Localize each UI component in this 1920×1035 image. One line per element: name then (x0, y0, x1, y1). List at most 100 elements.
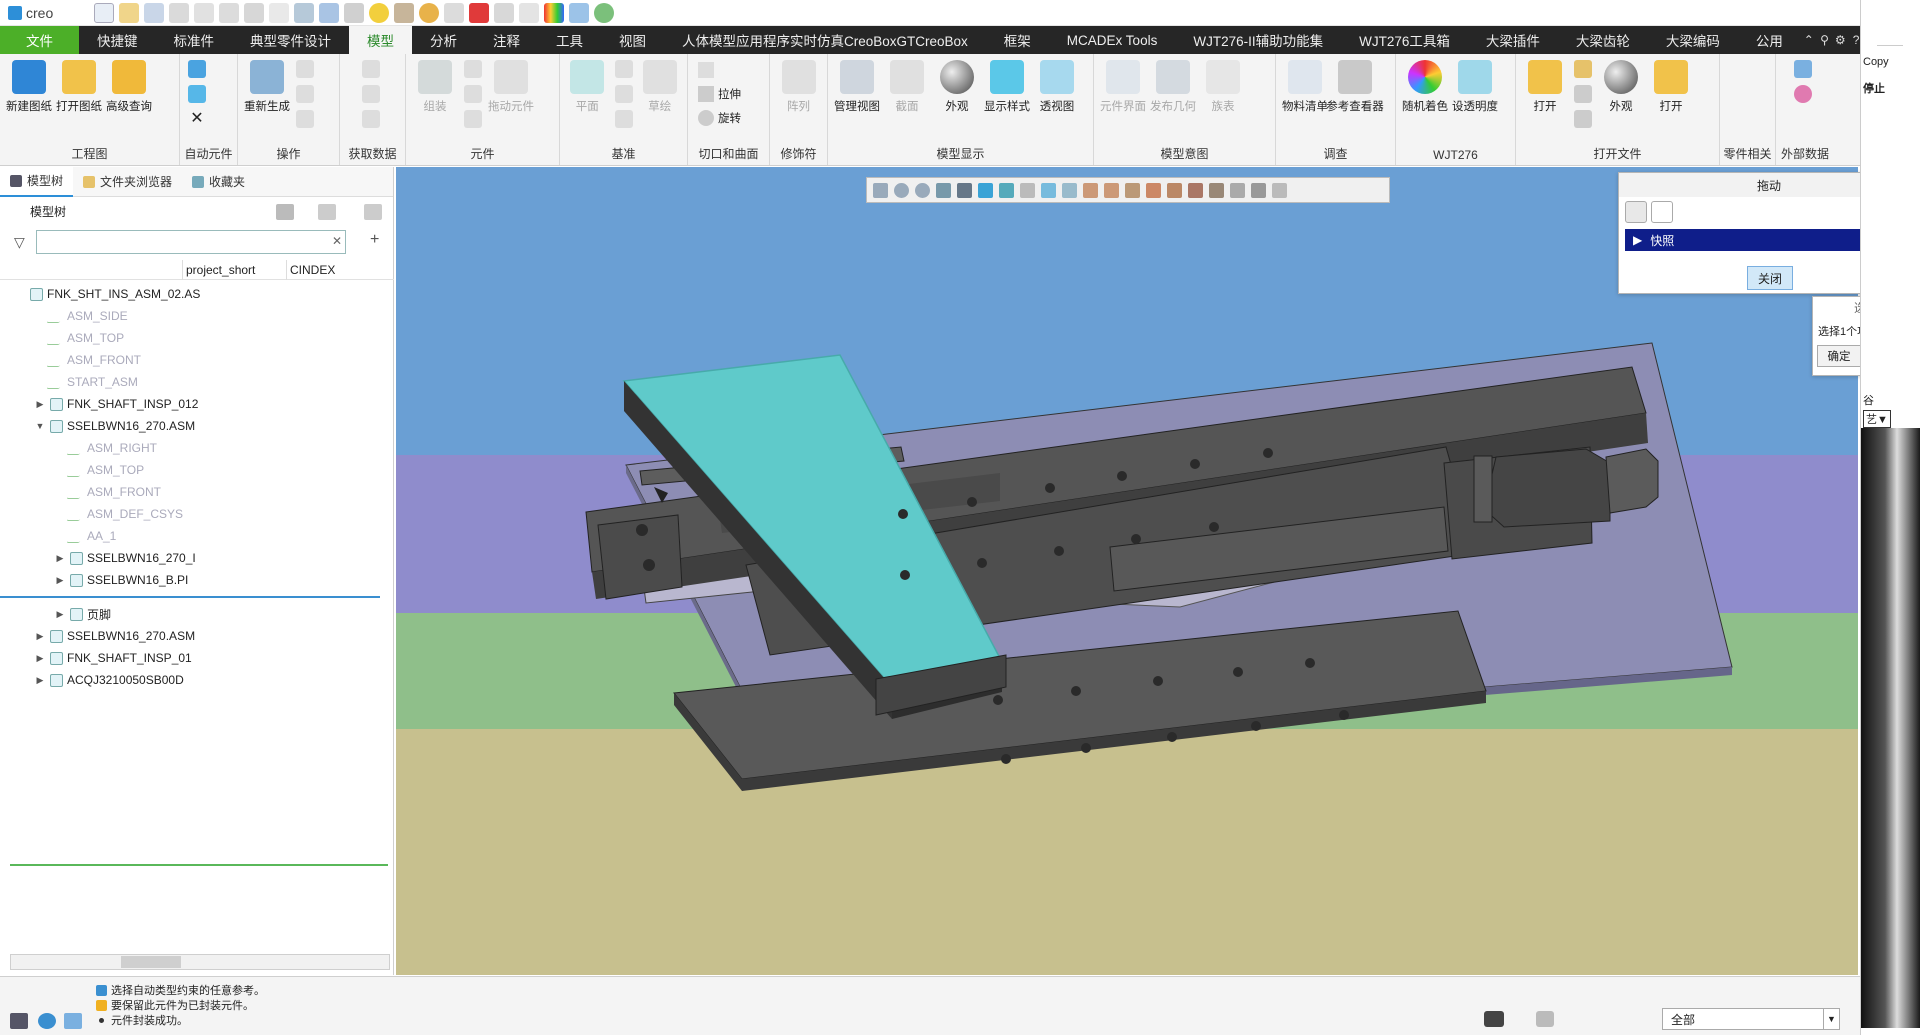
saved-views-icon[interactable] (999, 182, 1014, 198)
expand-arrow-icon[interactable]: ▶ (54, 575, 66, 586)
perspective-view-icon[interactable] (1062, 182, 1077, 198)
tree-row[interactable]: ASM_FRONT (0, 481, 394, 503)
copy-button[interactable]: Copy (1863, 56, 1889, 68)
target-icon[interactable] (419, 2, 439, 23)
tab-frame[interactable]: 框架 (986, 26, 1049, 54)
smiley-icon[interactable] (369, 2, 389, 23)
tree-horizontal-scrollbar[interactable] (10, 954, 390, 970)
pattern-button[interactable]: 阵列 (777, 58, 820, 114)
publish-geometry-button[interactable]: 发布几何 (1150, 58, 1196, 114)
reference-viewer-button[interactable]: 参考查看器 (1326, 58, 1384, 114)
stp-icon[interactable] (1794, 60, 1812, 78)
axis-display-icon[interactable] (1125, 182, 1140, 198)
tree-row[interactable]: ASM_TOP (0, 459, 394, 481)
open-icon[interactable] (119, 2, 139, 23)
getdata-icon-3[interactable] (362, 110, 380, 128)
tree-filter-icon[interactable] (364, 204, 382, 220)
hole-row[interactable] (698, 62, 741, 78)
new-icon[interactable] (94, 2, 114, 23)
settings-icon[interactable]: ⚙ (1832, 26, 1848, 54)
tab-typical-part-design[interactable]: 典型零件设计 (232, 26, 349, 54)
advanced-query-button[interactable]: 高级查询 (106, 58, 152, 114)
tab-view[interactable]: 视图 (601, 26, 664, 54)
selection-buffer-icon[interactable] (1536, 1011, 1554, 1027)
tree-row[interactable]: FNK_SHT_INS_ASM_02.AS (0, 283, 394, 305)
zoom-in-icon[interactable] (894, 182, 909, 198)
tree-row[interactable]: ▶ FNK_SHAFT_INSP_01 (0, 647, 394, 669)
axis-icon[interactable] (614, 60, 633, 78)
tree-row[interactable]: ASM_SIDE (0, 305, 394, 327)
sketch-button[interactable]: 草绘 (640, 58, 681, 114)
auto-icon-2[interactable] (188, 85, 206, 103)
regen-icon[interactable] (294, 2, 314, 23)
paste-icon[interactable] (219, 2, 239, 23)
search-icon[interactable]: ⚲ (1817, 26, 1833, 54)
tab-annotate[interactable]: 注释 (475, 26, 538, 54)
view-manager-icon[interactable] (1020, 182, 1035, 198)
tab-favorites[interactable]: 收藏夹 (182, 167, 255, 197)
tab-common[interactable]: 公用 (1738, 26, 1801, 54)
tab-tools[interactable]: 工具 (538, 26, 601, 54)
section-button[interactable]: 截面 (885, 58, 929, 114)
close-button[interactable]: 关闭 (1747, 266, 1793, 290)
tree-row[interactable]: AA_1 (0, 525, 394, 547)
tab-beam-code[interactable]: 大梁编码 (1648, 26, 1738, 54)
column-project-short[interactable]: project_short (186, 263, 255, 277)
close-window-icon[interactable] (344, 2, 364, 23)
tree-row[interactable]: ▶ FNK_SHAFT_INSP_012 (0, 393, 394, 415)
window-icon[interactable] (569, 2, 589, 23)
external-icon[interactable] (1794, 85, 1812, 103)
expand-arrow-icon[interactable]: ▶ (34, 399, 46, 410)
strip-close-icon[interactable] (1877, 2, 1903, 46)
tree-row[interactable] (0, 591, 394, 603)
comp-icon-1[interactable] (464, 60, 482, 78)
tree-row[interactable]: ▶ 页脚 (0, 603, 394, 625)
tab-mcadex[interactable]: MCADEx Tools (1049, 26, 1176, 54)
ok-button[interactable]: 确定 (1817, 345, 1861, 367)
getdata-icon-2[interactable] (362, 85, 380, 103)
tree-row[interactable]: ▶ SSELBWN16_270_I (0, 547, 394, 569)
tab-wjt276-aux[interactable]: WJT276-II辅助功能集 (1175, 26, 1341, 54)
point-display-icon[interactable] (1146, 182, 1161, 198)
cut-icon[interactable] (194, 2, 214, 23)
tree-row[interactable]: START_ASM (0, 371, 394, 393)
tools-icon[interactable] (394, 2, 414, 23)
selection-filter-dropdown[interactable]: 全部 ▼ (1662, 1008, 1840, 1030)
tab-shortcuts[interactable]: 快捷键 (79, 26, 156, 54)
getdata-icon-1[interactable] (362, 60, 380, 78)
stop-button[interactable]: 停止 (1863, 80, 1885, 96)
open-button[interactable]: 打开 (1523, 58, 1567, 114)
point-icon[interactable] (614, 85, 633, 103)
copy-icon[interactable] (296, 60, 314, 78)
tree-row[interactable]: ASM_TOP (0, 327, 394, 349)
tab-wjt276-toolbox[interactable]: WJT276工具箱 (1341, 26, 1468, 54)
spin-center-icon[interactable] (1209, 182, 1224, 198)
datum-display-icon[interactable] (1083, 182, 1098, 198)
appearance-2-button[interactable]: 外观 (1599, 58, 1643, 114)
tab-file[interactable]: 文件 (0, 26, 79, 54)
collapse-arrow-icon[interactable]: ▼ (34, 421, 46, 431)
tab-analysis[interactable]: 分析 (412, 26, 475, 54)
clear-search-icon[interactable]: ✕ (332, 234, 342, 248)
revolve-button[interactable]: 旋转 (698, 110, 741, 126)
expand-arrow-icon[interactable]: ▶ (34, 675, 46, 686)
add-filter-icon[interactable]: + (370, 231, 379, 249)
tree-search-input[interactable] (36, 230, 346, 254)
comp-icon-2[interactable] (464, 85, 482, 103)
manage-views-button[interactable]: 管理视图 (834, 58, 880, 114)
expand-arrow-icon[interactable]: ▶ (54, 609, 66, 620)
tab-standard-parts[interactable]: 标准件 (156, 26, 233, 54)
hide-icon[interactable] (494, 2, 514, 23)
set-transparency-button[interactable]: 设透明度 (1452, 58, 1498, 114)
regenerate-button[interactable]: 重新生成 (244, 58, 290, 114)
display-style-button[interactable]: 显示样式 (984, 58, 1030, 114)
expand-arrow-icon[interactable]: ▶ (54, 553, 66, 564)
open-small-icon-2[interactable] (1574, 85, 1592, 103)
repaint-icon[interactable] (936, 182, 951, 198)
binoculars-icon[interactable] (1484, 1011, 1504, 1027)
print-icon[interactable] (169, 2, 189, 23)
tree-row[interactable]: ▶ ACQJ3210050SB00D (0, 669, 394, 691)
annotation-display-icon[interactable] (1188, 182, 1203, 198)
pan-icon[interactable] (957, 182, 972, 198)
undo-icon[interactable] (244, 2, 264, 23)
